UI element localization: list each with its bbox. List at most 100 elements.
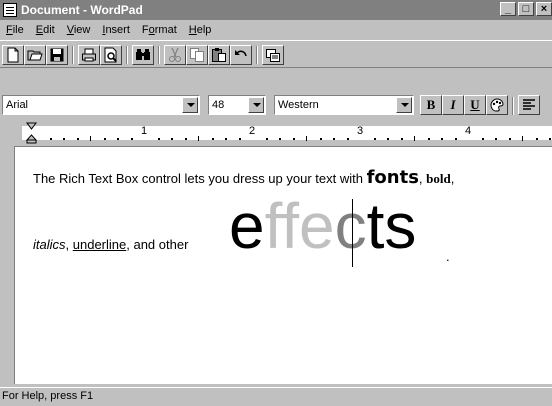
bold-icon: B [426,97,436,112]
end-mark: . [446,249,450,264]
ruler-tick [90,136,91,141]
menu-insert[interactable]: Insert [96,24,136,36]
open-folder-icon [27,50,43,61]
ruler-tick [441,138,443,140]
menu-format[interactable]: Format [136,24,183,36]
date-time-icon [266,49,280,62]
bold-word: bold [426,171,451,186]
italic-button[interactable]: I [442,95,464,115]
ruler-tick [211,138,214,140]
trailing-text: , and other [126,237,189,252]
ruler-tick [63,138,65,140]
font-size-value: 48 [212,99,225,111]
format-bar: Arial 48 Western B I U [0,69,552,119]
ruler-tick [49,138,52,140]
ruler-tick [292,138,295,140]
new-document-button[interactable] [2,45,24,65]
paste-button[interactable] [208,45,230,65]
print-preview-button[interactable] [100,45,122,65]
close-button[interactable]: × [536,2,552,16]
ruler-tick [414,136,415,141]
insert-datetime-button[interactable] [262,45,284,65]
text-caret [352,199,353,267]
font-name-value: Arial [6,99,29,111]
scissors-icon [169,47,181,62]
cut-button[interactable] [164,45,186,65]
ruler-tick [103,138,106,140]
ruler-tick [535,138,538,140]
undo-arrow-icon [235,50,247,57]
chevron-down-icon[interactable] [248,97,264,113]
status-text: For Help, press F1 [2,390,94,402]
ruler-tick [481,138,484,140]
underline-button[interactable]: U [464,95,486,115]
ruler-tick [157,138,160,140]
save-button[interactable] [46,45,68,65]
minimize-button[interactable]: _ [500,2,516,16]
script-combo[interactable]: Western [274,95,414,115]
ruler-tick [130,138,133,140]
ruler-tick [265,138,268,140]
ruler-tick [238,138,241,140]
copy-icon [190,48,204,62]
ruler-tick [117,138,119,140]
effects-ffe: ffe [264,190,335,262]
effects-c: c [334,190,367,262]
ruler[interactable]: 1 2 3 4 [0,120,552,146]
align-left-button[interactable] [518,95,540,115]
binoculars-icon [136,49,150,60]
menu-view[interactable]: View [61,24,97,36]
ruler-tick [373,138,376,140]
intro-text: The Rich Text Box control lets you dress… [33,171,367,186]
effects-e: e [229,190,265,262]
text-line-2: italics, underline, and other [33,237,188,252]
paste-clipboard-icon [212,48,226,62]
ruler-tick [306,136,307,141]
maximize-button[interactable]: □ [518,2,534,16]
color-palette-icon [490,98,504,112]
font-size-combo[interactable]: 48 [208,95,266,115]
menu-bar: File Edit View Insert Format Help [0,20,552,39]
punct: , [65,237,73,252]
indent-marker-icon[interactable] [26,122,38,144]
color-button[interactable] [486,95,508,115]
ruler-label: 2 [249,125,256,137]
ruler-tick [184,138,187,140]
window-title: Document - WordPad [21,3,143,17]
ruler-label: 4 [465,125,472,137]
wordpad-app-icon[interactable] [3,3,17,17]
effects-word: effects [229,190,416,262]
fonts-word: fonts [366,167,419,188]
print-button[interactable] [78,45,100,65]
chevron-down-icon[interactable] [182,97,198,113]
effects-ts: ts [366,190,417,262]
copy-button[interactable] [186,45,208,65]
find-button[interactable] [132,45,154,65]
italic-icon: I [450,97,456,112]
bold-button[interactable]: B [420,95,442,115]
ruler-tick [319,138,322,140]
new-document-icon [7,47,19,63]
title-bar[interactable]: Document - WordPad _ □ × [0,0,552,20]
ruler-tick [508,138,511,140]
undo-button[interactable] [230,45,252,65]
ruler-tick [495,138,497,140]
printer-icon [82,48,96,62]
ruler-tick [171,138,173,140]
menu-file[interactable]: File [0,24,30,36]
align-left-icon [523,99,535,110]
chevron-down-icon[interactable] [396,97,412,113]
font-name-combo[interactable]: Arial [2,95,200,115]
document-area[interactable]: The Rich Text Box control lets you dress… [14,146,552,384]
script-value: Western [278,99,319,111]
ruler-tick [454,138,457,140]
ruler-tick [198,136,199,141]
ruler-tick [76,138,79,140]
menu-help[interactable]: Help [183,24,218,36]
open-button[interactable] [24,45,46,65]
menu-edit[interactable]: Edit [30,24,61,36]
ruler-tick [279,138,281,140]
underline-word: underline [72,237,127,252]
ruler-tick [346,138,349,140]
italics-word: italics [33,237,66,252]
